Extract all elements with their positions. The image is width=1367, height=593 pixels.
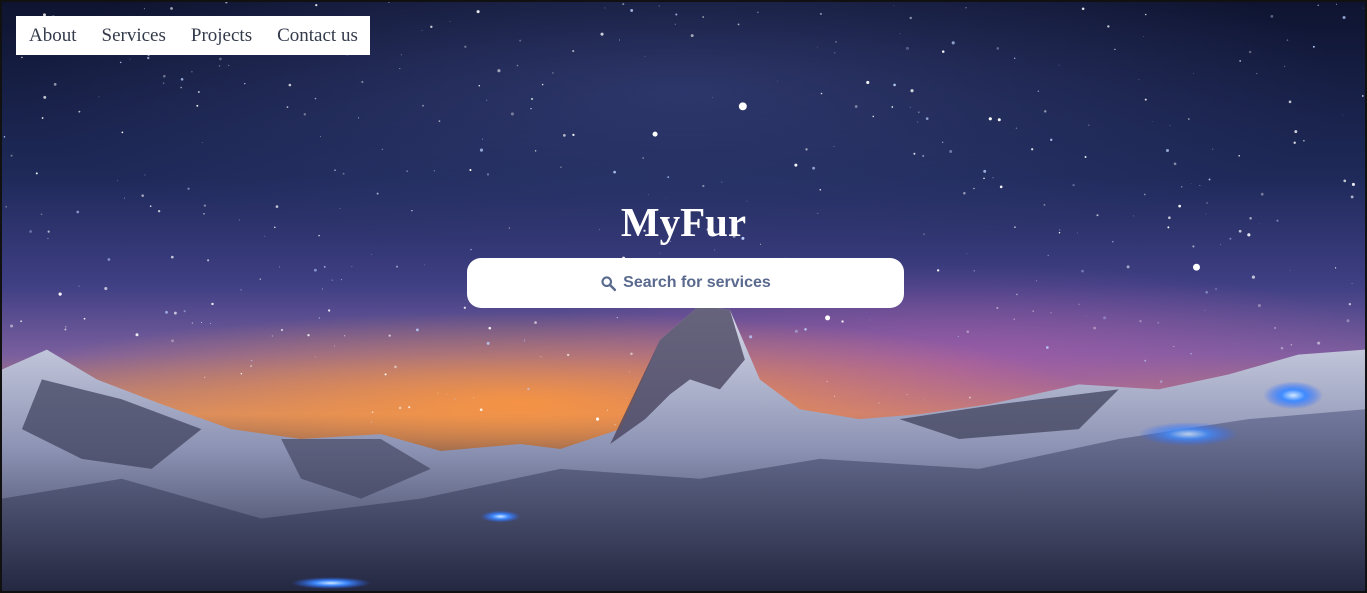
- top-navigation: About Services Projects Contact us: [16, 16, 370, 55]
- nav-link-projects[interactable]: Projects: [191, 16, 252, 55]
- search-placeholder: Search for services: [623, 274, 771, 291]
- site-title: MyFur: [620, 199, 747, 245]
- search-services-box[interactable]: Search for services: [467, 258, 904, 308]
- nav-link-about[interactable]: About: [29, 16, 77, 55]
- search-icon: [601, 275, 617, 291]
- hero-section: About Services Projects Contact us MyFur…: [0, 0, 1367, 593]
- nav-link-contact-us[interactable]: Contact us: [277, 16, 358, 55]
- nav-link-services[interactable]: Services: [102, 16, 166, 55]
